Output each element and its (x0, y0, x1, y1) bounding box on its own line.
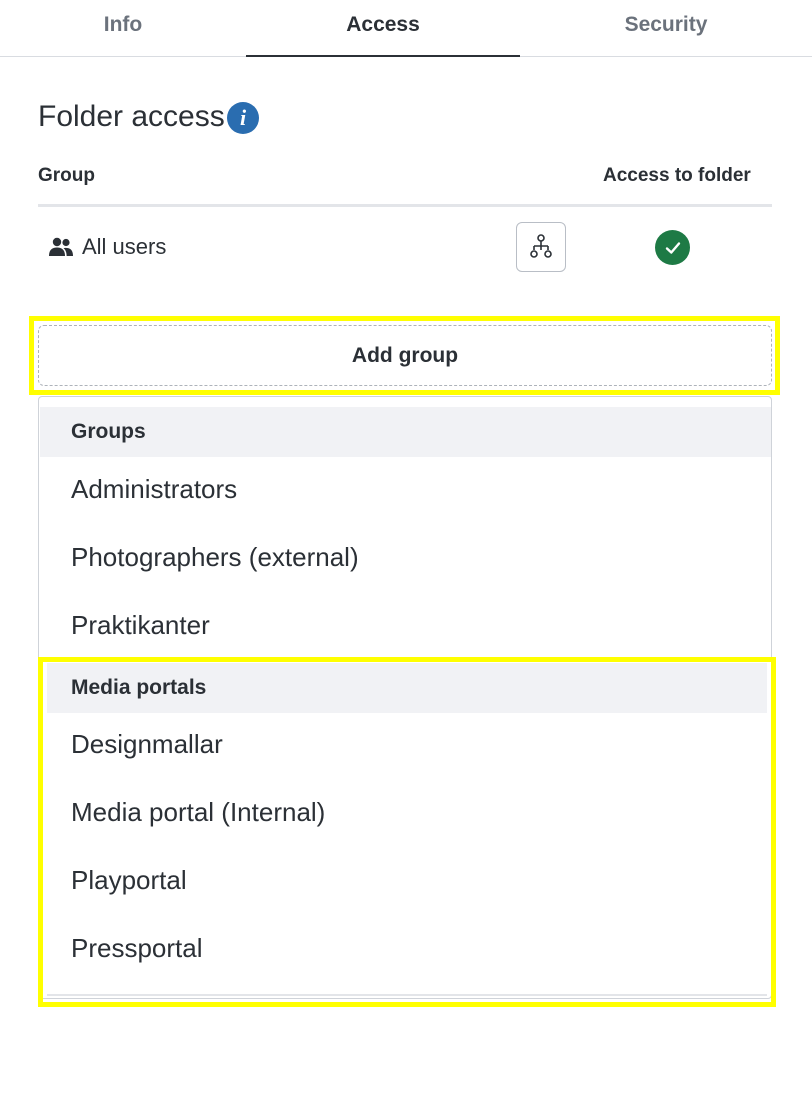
option-administrators[interactable]: Administrators (71, 474, 237, 505)
group-dropdown: Groups Administrators Photographers (ext… (38, 396, 772, 999)
dropdown-divider (47, 994, 767, 996)
info-icon[interactable]: i (227, 102, 259, 134)
section-heading-groups: Groups (40, 407, 771, 457)
group-name-all-users: All users (82, 234, 167, 259)
section-heading-media-portals: Media portals (47, 663, 767, 713)
page-title: Folder access (38, 100, 225, 133)
column-header-access: Access to folder (603, 165, 751, 186)
table-header-divider (38, 204, 772, 207)
hierarchy-icon (530, 234, 552, 258)
option-designmallar[interactable]: Designmallar (71, 729, 223, 760)
option-photographers-external[interactable]: Photographers (external) (71, 542, 359, 573)
access-granted-check-icon (655, 230, 690, 265)
option-playportal[interactable]: Playportal (71, 865, 187, 896)
tab-access[interactable]: Access (246, 0, 520, 57)
option-praktikanter[interactable]: Praktikanter (71, 610, 210, 641)
add-group-button[interactable]: Add group (38, 325, 772, 386)
tab-bar: Info Access Security (0, 0, 812, 57)
column-header-group: Group (38, 165, 95, 186)
hierarchy-button[interactable] (516, 222, 566, 272)
users-icon (49, 237, 73, 256)
tab-info[interactable]: Info (0, 0, 246, 57)
tab-security[interactable]: Security (520, 0, 812, 57)
option-pressportal[interactable]: Pressportal (71, 933, 203, 964)
option-media-portal-internal[interactable]: Media portal (Internal) (71, 797, 325, 828)
